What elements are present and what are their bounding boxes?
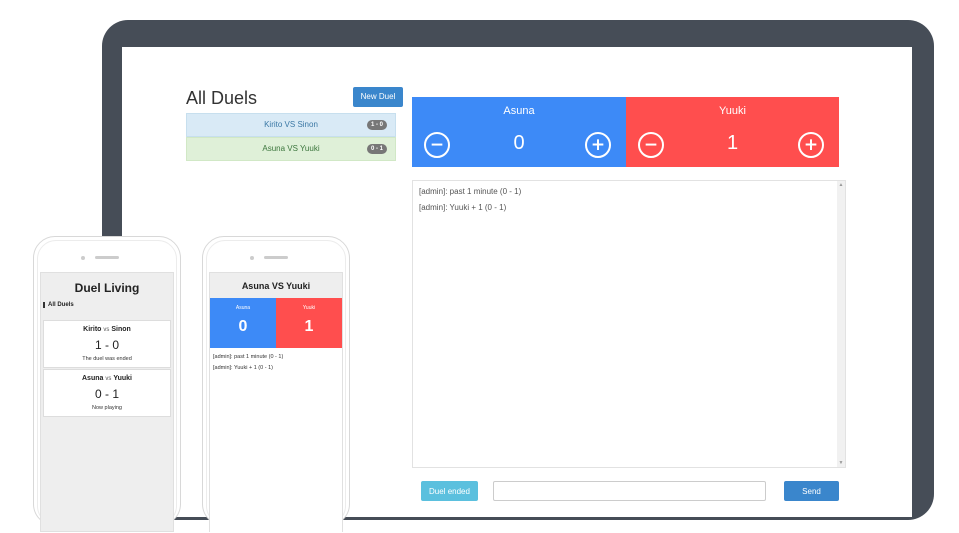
phone-duel-detail: Asuna VS Yuuki Asuna 0 Yuuki 1 [admin]: … xyxy=(202,236,350,533)
message-input[interactable] xyxy=(493,481,766,501)
chat-log[interactable]: [admin]: past 1 minute (0 - 1) [admin]: … xyxy=(412,180,846,468)
chat-message: [admin]: past 1 minute (0 - 1) xyxy=(213,354,284,360)
left-player-name: Asuna xyxy=(503,105,535,117)
chat-message: [admin]: past 1 minute (0 - 1) xyxy=(419,187,522,196)
duel-list-item[interactable]: Asuna VS Yuuki 0 - 1 xyxy=(186,137,396,161)
page-title: All Duels xyxy=(186,88,258,108)
right-player-score: 1 xyxy=(304,318,314,335)
right-plus-button[interactable]: + xyxy=(798,132,824,158)
duel-title: Asuna VS Yuuki xyxy=(241,281,311,291)
send-button[interactable]: Send xyxy=(784,481,839,501)
duel-card-names: Asuna vs Yuuki xyxy=(82,375,132,382)
new-duel-button[interactable]: New Duel xyxy=(353,87,403,107)
left-player-score: 0 xyxy=(238,318,248,335)
scroll-down-arrow-icon[interactable]: ▼ xyxy=(837,460,845,466)
phone-score-left[interactable]: Asuna 0 xyxy=(210,298,276,348)
chat-message: [admin]: Yuuki + 1 (0 - 1) xyxy=(213,365,273,371)
chat-message: [admin]: Yuuki + 1 (0 - 1) xyxy=(419,203,507,212)
score-badge: 0 - 1 xyxy=(366,144,387,154)
score-badge: 1 - 0 xyxy=(366,120,387,130)
duel-card[interactable]: Kirito vs Sinon 1 - 0 The duel was ended xyxy=(43,320,171,368)
right-player-name: Yuuki xyxy=(719,105,746,117)
phone-screen: Asuna VS Yuuki Asuna 0 Yuuki 1 [admin]: … xyxy=(209,272,343,533)
phone-screen: Duel Living All Duels Kirito vs Sinon 1 … xyxy=(40,272,174,532)
right-player-name: Yuuki xyxy=(302,305,316,311)
phone-score-right[interactable]: Yuuki 1 xyxy=(276,298,342,348)
duel-ended-button[interactable]: Duel ended xyxy=(421,481,478,501)
app-title: Duel Living xyxy=(74,281,140,295)
phone-duel-list: Duel Living All Duels Kirito vs Sinon 1 … xyxy=(33,236,181,532)
duel-list-item-label: Kirito VS Sinon xyxy=(264,120,318,129)
speaker-icon xyxy=(95,256,119,259)
camera-icon xyxy=(250,256,254,260)
scoreboard-right-panel: Yuuki − 1 + xyxy=(626,97,839,167)
duel-list-item[interactable]: Kirito VS Sinon 1 - 0 xyxy=(186,113,396,137)
duel-list-item-label: Asuna VS Yuuki xyxy=(262,144,320,153)
duel-card-status: The duel was ended xyxy=(82,356,132,362)
duel-card[interactable]: Asuna vs Yuuki 0 - 1 Now playing xyxy=(43,369,171,417)
section-heading: All Duels xyxy=(43,302,74,308)
scroll-up-arrow-icon[interactable]: ▲ xyxy=(837,182,845,188)
duel-card-score: 1 - 0 xyxy=(94,338,119,352)
duel-card-names: Kirito vs Sinon xyxy=(83,326,131,333)
left-player-name: Asuna xyxy=(235,305,251,311)
phone-chat-log[interactable]: [admin]: past 1 minute (0 - 1) [admin]: … xyxy=(210,348,342,533)
speaker-icon xyxy=(264,256,288,259)
left-plus-button[interactable]: + xyxy=(585,132,611,158)
camera-icon xyxy=(81,256,85,260)
duel-card-status: Now playing xyxy=(92,405,122,411)
chat-scrollbar[interactable]: ▲ ▼ xyxy=(837,181,845,467)
duel-card-score: 0 - 1 xyxy=(94,387,119,401)
scoreboard-left-panel: Asuna − 0 + xyxy=(412,97,626,167)
